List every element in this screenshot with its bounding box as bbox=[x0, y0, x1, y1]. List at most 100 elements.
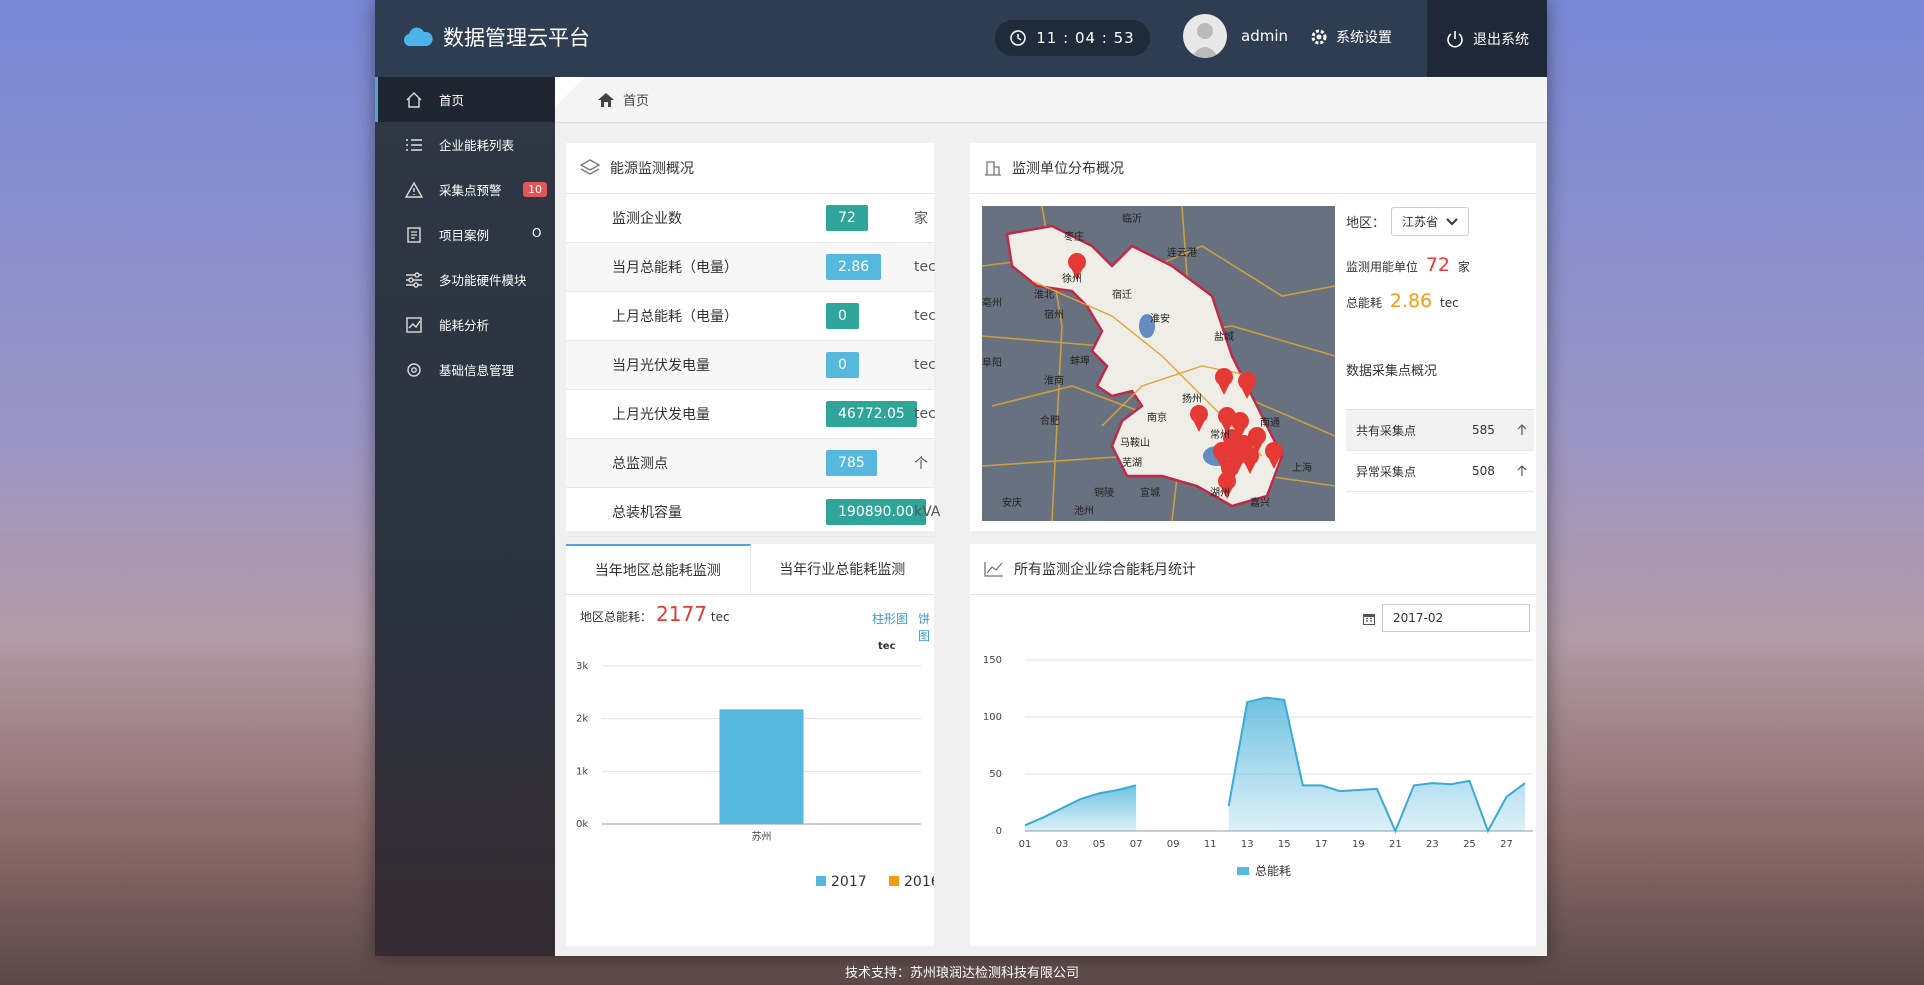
calendar-icon[interactable] bbox=[1362, 612, 1376, 626]
legend-label[interactable]: 总能耗 bbox=[1255, 864, 1291, 878]
sidebar-item-hardware[interactable]: 多功能硬件模块 bbox=[375, 257, 555, 302]
monthly-area-chart: 0 50 100 150 01 03 05 07 09 11 13 15 17 19 21 23 25 27 总能耗 bbox=[983, 655, 1533, 878]
stat-label: 上月总能耗（电量） bbox=[612, 309, 738, 325]
layers-icon bbox=[580, 159, 600, 175]
svg-text:池州: 池州 bbox=[1074, 504, 1094, 517]
bar-chart-link[interactable]: 柱形图 bbox=[872, 610, 908, 627]
distribution-panel: 监测单位分布概况 临沂 枣庄 连云港 徐州 宿迁 淮北 淮安 亳州 宿州 盐城 … bbox=[970, 143, 1536, 531]
y-tick-label: 100 bbox=[983, 712, 1002, 723]
stat-label: 当月总能耗（电量） bbox=[612, 260, 738, 276]
arrow-up-icon bbox=[1517, 424, 1527, 435]
sidebar-item-analysis[interactable]: 能耗分析 bbox=[375, 302, 555, 347]
sidebar-item-label: 基础信息管理 bbox=[439, 363, 515, 378]
region-select[interactable]: 江苏省 bbox=[1391, 207, 1469, 236]
energy-overview-panel: 能源监测概况 监测企业数 72 家 当月总能耗（电量） 2.86 tec 上月总… bbox=[566, 143, 940, 537]
svg-text:亳州: 亳州 bbox=[982, 296, 1002, 309]
svg-text:阜阳: 阜阳 bbox=[982, 356, 1002, 369]
sliders-icon bbox=[406, 271, 422, 288]
x-tick-label: 09 bbox=[1167, 839, 1180, 850]
analysis-icon bbox=[406, 316, 422, 333]
y-tick-label: 1k bbox=[576, 766, 588, 777]
stat-unit: 家 bbox=[914, 211, 928, 227]
gear-icon bbox=[407, 362, 421, 377]
svg-text:湖州: 湖州 bbox=[1210, 487, 1230, 499]
x-tick-label: 23 bbox=[1426, 839, 1439, 850]
monthly-chart-panel: 所有监测企业综合能耗月统计 2017-02 0 50 100 150 01 03 05 07 0… bbox=[970, 544, 1536, 946]
x-tick-label: 19 bbox=[1352, 839, 1365, 850]
collect-row: 共有采集点 585 bbox=[1346, 409, 1534, 451]
svg-text:南通: 南通 bbox=[1260, 416, 1280, 429]
stat-unit: kVA bbox=[914, 504, 941, 520]
avatar bbox=[1183, 14, 1227, 58]
bar-2017[interactable] bbox=[719, 709, 804, 824]
sidebar-item-cases[interactable]: 项目案例 O bbox=[375, 212, 555, 257]
sidebar-item-alerts[interactable]: 采集点预警 10 bbox=[375, 167, 555, 212]
username: admin bbox=[1241, 27, 1288, 45]
warning-icon bbox=[405, 181, 423, 198]
x-tick-label: 17 bbox=[1315, 839, 1328, 850]
x-tick-label: 27 bbox=[1500, 839, 1513, 850]
y-tick-label: 2k bbox=[576, 714, 588, 725]
panel-title: 能源监测概况 bbox=[610, 161, 694, 177]
x-tick-label: 11 bbox=[1204, 839, 1217, 850]
region-bar-chart: tec 0k 1k 2k 3k 苏州 2017 2016 bbox=[576, 641, 934, 890]
stat-unit: tec bbox=[914, 259, 936, 275]
x-tick-label: 01 bbox=[1019, 839, 1032, 850]
stat-value: 72 bbox=[826, 205, 868, 231]
legend-label[interactable]: 2017 bbox=[831, 874, 867, 890]
collect-title: 数据采集点概况 bbox=[1346, 364, 1438, 379]
app-logo[interactable]: 数据管理云平台 bbox=[403, 22, 590, 52]
stat-label: 总装机容量 bbox=[612, 505, 682, 521]
panel-title: 监测单位分布概况 bbox=[1012, 161, 1124, 177]
stat-unit: 个 bbox=[914, 456, 928, 472]
svg-text:宣城: 宣城 bbox=[1140, 486, 1160, 499]
legend-swatch bbox=[889, 876, 899, 886]
collect-value: 585 bbox=[1472, 423, 1495, 437]
region-select-row: 地区： 江苏省 bbox=[1346, 207, 1470, 236]
svg-text:马鞍山: 马鞍山 bbox=[1120, 436, 1150, 449]
sidebar-item-label: 采集点预警 bbox=[439, 183, 502, 198]
x-tick-label: 15 bbox=[1278, 839, 1291, 850]
region-chart-panel: 当年地区总能耗监测 当年行业总能耗监测 地区总能耗： 2177 tec 柱形图 … bbox=[566, 544, 934, 946]
stat-value: 0 bbox=[826, 352, 859, 378]
chevron-down-icon bbox=[1446, 218, 1458, 226]
clock-time: 11 : 04 : 53 bbox=[1036, 29, 1135, 47]
tab-industry-energy[interactable]: 当年行业总能耗监测 bbox=[751, 544, 935, 594]
stat-value: 2.86 bbox=[826, 254, 882, 280]
tab-region-energy[interactable]: 当年地区总能耗监测 bbox=[566, 544, 751, 594]
breadcrumb-corner bbox=[555, 77, 585, 107]
home-icon[interactable] bbox=[597, 92, 615, 108]
cloud-icon bbox=[403, 27, 433, 47]
app-title: 数据管理云平台 bbox=[443, 26, 590, 50]
breadcrumb-home[interactable]: 首页 bbox=[623, 90, 649, 109]
region-select-value: 江苏省 bbox=[1402, 215, 1439, 229]
sidebar-item-energy-list[interactable]: 企业能耗列表 bbox=[375, 122, 555, 167]
settings-button[interactable]: 系统设置 bbox=[1310, 27, 1392, 47]
y-tick-label: 0k bbox=[576, 819, 588, 830]
y-tick-label: 150 bbox=[983, 655, 1002, 666]
x-tick-label: 05 bbox=[1093, 839, 1106, 850]
energy-value: 2.86 bbox=[1389, 290, 1433, 312]
user-menu[interactable]: admin bbox=[1183, 14, 1288, 58]
panel-header: 能源监测概况 bbox=[566, 143, 934, 194]
gear-icon bbox=[1311, 29, 1327, 45]
logout-button[interactable]: 退出系统 bbox=[1427, 0, 1547, 77]
x-tick-label: 07 bbox=[1130, 839, 1143, 850]
month-date-input[interactable]: 2017-02 bbox=[1382, 604, 1530, 632]
region-label: 地区： bbox=[1346, 216, 1386, 231]
province-map[interactable]: 临沂 枣庄 连云港 徐州 宿迁 淮北 淮安 亳州 宿州 盐城 阜阳 蚌埠 扬州 淮南 合肥 南京 常州… bbox=[982, 206, 1335, 521]
stat-label: 监测企业数 bbox=[612, 211, 682, 227]
collect-value: 508 bbox=[1472, 464, 1495, 478]
stat-unit: tec bbox=[914, 357, 936, 373]
x-tick-label: 03 bbox=[1056, 839, 1069, 850]
stat-value: 0 bbox=[826, 303, 859, 329]
sidebar-item-basic-info[interactable]: 基础信息管理 bbox=[375, 347, 555, 392]
svg-text:芜湖: 芜湖 bbox=[1122, 456, 1142, 469]
y-tick-label: 50 bbox=[989, 769, 1002, 780]
region-total-label: 地区总能耗： bbox=[580, 610, 653, 624]
alert-count-badge: 10 bbox=[523, 182, 547, 197]
stat-row: 上月总能耗（电量） 0 tec bbox=[566, 292, 936, 341]
sidebar-item-home[interactable]: 首页 bbox=[375, 77, 555, 122]
stat-row: 上月光伏发电量 46772.05 tec bbox=[566, 390, 936, 439]
legend-label[interactable]: 2016 bbox=[904, 874, 934, 890]
